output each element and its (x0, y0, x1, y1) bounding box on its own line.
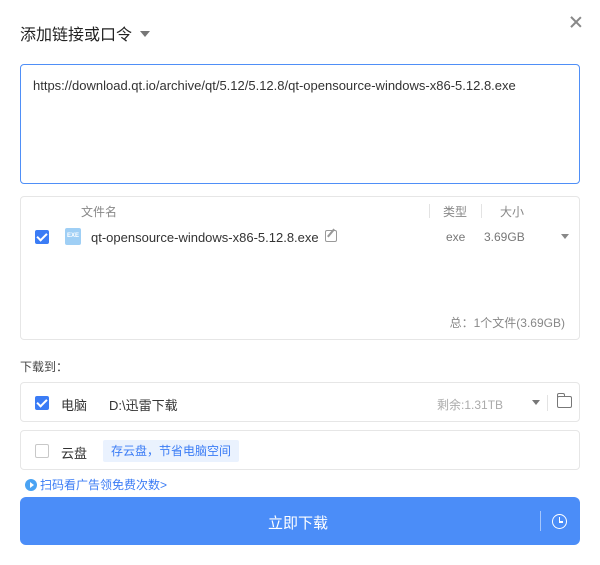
file-checkbox[interactable] (35, 230, 49, 244)
cloud-checkbox[interactable] (35, 444, 49, 458)
remaining-space: 剩余:1.31TB (437, 398, 504, 412)
folder-icon[interactable] (556, 393, 572, 408)
clock-icon[interactable] (552, 514, 567, 529)
download-to-label: 下载到： (20, 360, 69, 374)
computer-download-option[interactable]: 电脑 D:\迅雷下载 剩余:1.31TB (20, 382, 580, 422)
promo-text: 扫码看广告领免费次数> (40, 478, 168, 492)
file-type: exe (446, 230, 466, 244)
exe-file-icon: EXE (65, 228, 81, 245)
path-dropdown-caret-icon[interactable] (532, 400, 540, 405)
dialog-title: 添加链接或口令 (20, 27, 133, 44)
file-list-panel: 文件名 类型 大小 EXE qt-opensource-windows-x86-… (20, 196, 580, 340)
download-path[interactable]: D:\迅雷下载 (109, 395, 178, 414)
column-divider[interactable] (429, 204, 430, 218)
play-icon (25, 478, 37, 491)
download-button-label: 立即下载 (267, 515, 328, 532)
add-link-dialog: 添加链接或口令 https://download.qt.io/archive/q… (0, 0, 600, 565)
edit-filename-icon[interactable] (325, 230, 337, 242)
file-name: qt-opensource-windows-x86-5.12.8.exe (91, 230, 319, 245)
promo-link[interactable]: 扫码看广告领免费次数> (25, 476, 167, 493)
file-summary: 总：1个文件(3.69GB) (449, 316, 565, 330)
column-header-type: 类型 (443, 205, 468, 219)
dialog-title-row[interactable]: 添加链接或口令 (20, 22, 151, 44)
file-row[interactable]: EXE qt-opensource-windows-x86-5.12.8.exe… (21, 225, 579, 249)
url-input[interactable]: https://download.qt.io/archive/qt/5.12/5… (20, 64, 580, 184)
file-row-expand-caret-icon[interactable] (561, 234, 569, 239)
computer-label: 电脑 (61, 398, 88, 413)
file-size: 3.69GB (484, 230, 525, 244)
column-header-size: 大小 (500, 205, 525, 219)
computer-checkbox[interactable] (35, 396, 49, 410)
download-now-button[interactable]: 立即下载 (20, 497, 580, 545)
title-dropdown-caret-icon[interactable] (140, 31, 151, 37)
divider (547, 395, 548, 411)
close-icon[interactable] (568, 14, 584, 30)
cloud-tip-tag: 存云盘，节省电脑空间 (103, 440, 240, 462)
cloud-label: 云盘 (61, 446, 88, 461)
cloud-download-option[interactable]: 云盘 存云盘，节省电脑空间 (20, 430, 580, 470)
column-header-name: 文件名 (81, 205, 118, 219)
column-divider[interactable] (481, 204, 482, 218)
button-divider (540, 511, 541, 531)
